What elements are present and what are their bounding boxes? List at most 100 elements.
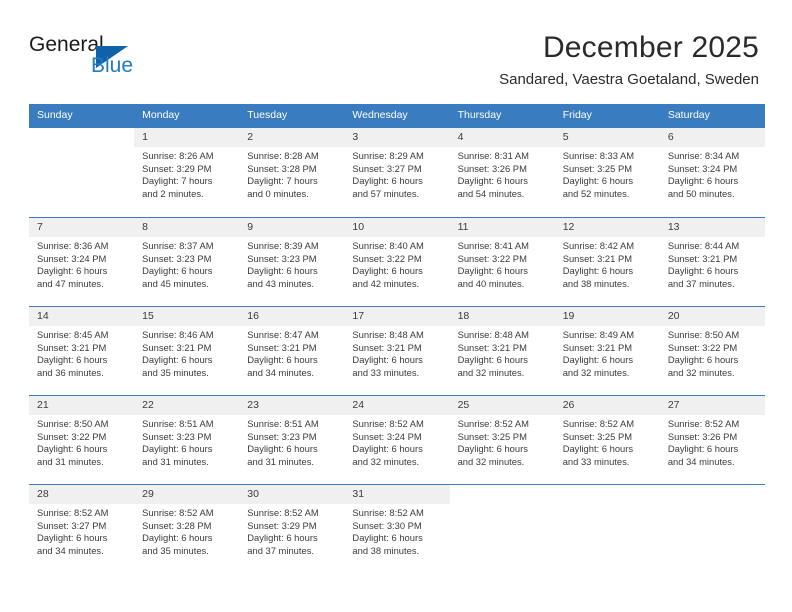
- sunset-text: Sunset: 3:22 PM: [667, 341, 738, 353]
- calendar-day-cell[interactable]: 26 Sunrise: 8:52 AM Sunset: 3:25 PM Dayligh…: [554, 395, 660, 485]
- sunset-text: Sunset: 3:28 PM: [142, 519, 212, 531]
- daylight-text-line2: and 34 minutes.: [37, 544, 104, 556]
- sunrise-text: Sunrise: 8:52 AM: [37, 507, 109, 518]
- day-info: Sunrise: 8:51 AM Sunset: 3:23 PM Daylight:…: [134, 415, 239, 468]
- daylight-text-line1: Daylight: 6 hours: [142, 265, 213, 277]
- sunset-text: Sunset: 3:21 PM: [562, 341, 633, 353]
- daylight-text-line2: and 52 minutes.: [562, 187, 630, 199]
- calendar-day-cell[interactable]: 12 Sunrise: 8:42 AM Sunset: 3:21 PM Dayligh…: [554, 217, 660, 307]
- calendar-day-cell[interactable]: 23 Sunrise: 8:51 AM Sunset: 3:23 PM Dayligh…: [239, 395, 345, 485]
- calendar-day-cell[interactable]: 30 Sunrise: 8:52 AM Sunset: 3:29 PM Dayligh…: [239, 484, 345, 574]
- sunrise-text: Sunrise: 8:37 AM: [142, 240, 214, 251]
- calendar-grid: Sunday Monday Tuesday Wednesday Thursday…: [29, 104, 765, 574]
- calendar-day-cell[interactable]: 4 Sunrise: 8:31 AM Sunset: 3:26 PM Daylight…: [449, 127, 555, 218]
- calendar-day-cell[interactable]: 17 Sunrise: 8:48 AM Sunset: 3:21 PM Dayligh…: [344, 306, 450, 396]
- calendar-day-cell[interactable]: 20 Sunrise: 8:50 AM Sunset: 3:22 PM Dayligh…: [659, 306, 765, 396]
- sunrise-text: Sunrise: 8:34 AM: [667, 150, 740, 161]
- sunrise-text: Sunrise: 8:49 AM: [562, 329, 635, 340]
- calendar-day-cell[interactable]: 21 Sunrise: 8:50 AM Sunset: 3:22 PM Dayligh…: [29, 395, 135, 485]
- sunrise-text: Sunrise: 8:52 AM: [142, 507, 214, 518]
- calendar-day-cell[interactable]: 24 Sunrise: 8:52 AM Sunset: 3:24 PM Dayligh…: [344, 395, 450, 485]
- daylight-text-line2: and 0 minutes.: [247, 187, 309, 199]
- calendar-week-row: 1 Sunrise: 8:26 AM Sunset: 3:29 PM Daylight…: [29, 127, 765, 218]
- calendar-day-cell[interactable]: 19 Sunrise: 8:49 AM Sunset: 3:21 PM Dayligh…: [554, 306, 660, 396]
- sunset-text: Sunset: 3:21 PM: [37, 341, 107, 353]
- sunset-text: Sunset: 3:21 PM: [142, 341, 212, 353]
- daylight-text-line1: Daylight: 6 hours: [247, 532, 318, 544]
- day-number: 4: [449, 128, 555, 147]
- day-info: Sunrise: 8:52 AM Sunset: 3:28 PM Daylight:…: [134, 504, 239, 557]
- weekday-header-saturday: Saturday: [659, 104, 765, 128]
- daylight-text-line1: Daylight: 6 hours: [37, 354, 108, 366]
- day-number: 2: [239, 128, 345, 147]
- day-info: Sunrise: 8:50 AM Sunset: 3:22 PM Daylight:…: [660, 326, 765, 379]
- day-info: Sunrise: 8:52 AM Sunset: 3:26 PM Daylight:…: [660, 415, 765, 468]
- daylight-text-line1: Daylight: 6 hours: [457, 265, 528, 277]
- calendar-day-cell[interactable]: 13 Sunrise: 8:44 AM Sunset: 3:21 PM Dayligh…: [659, 217, 765, 307]
- calendar-day-cell[interactable]: 29 Sunrise: 8:52 AM Sunset: 3:28 PM Dayligh…: [134, 484, 240, 574]
- daylight-text-line1: Daylight: 6 hours: [562, 443, 634, 455]
- calendar-day-cell[interactable]: 8 Sunrise: 8:37 AM Sunset: 3:23 PM Daylight…: [134, 217, 240, 307]
- day-number: 5: [554, 128, 660, 147]
- daylight-text-line1: Daylight: 6 hours: [142, 354, 213, 366]
- day-number: 12: [554, 218, 660, 237]
- sunrise-text: Sunrise: 8:26 AM: [142, 150, 214, 161]
- calendar-day-cell[interactable]: 15 Sunrise: 8:46 AM Sunset: 3:21 PM Dayligh…: [134, 306, 240, 396]
- daylight-text-line2: and 32 minutes.: [667, 366, 735, 378]
- day-number: 28: [29, 485, 135, 504]
- calendar-body: 1 Sunrise: 8:26 AM Sunset: 3:29 PM Daylight…: [29, 127, 765, 574]
- daylight-text-line2: and 42 minutes.: [352, 277, 420, 289]
- daylight-text-line2: and 38 minutes.: [562, 277, 630, 289]
- brand-logo[interactable]: General Blue: [29, 33, 159, 83]
- daylight-text-line2: and 38 minutes.: [352, 544, 420, 556]
- calendar-day-cell[interactable]: 18 Sunrise: 8:48 AM Sunset: 3:21 PM Dayligh…: [449, 306, 555, 396]
- sunset-text: Sunset: 3:21 PM: [247, 341, 317, 353]
- page-title: December 2025: [542, 31, 759, 64]
- calendar-week-row: 7 Sunrise: 8:36 AM Sunset: 3:24 PM Daylight…: [29, 217, 765, 307]
- calendar-day-cell[interactable]: 6 Sunrise: 8:34 AM Sunset: 3:24 PM Daylight…: [659, 127, 765, 218]
- calendar-day-cell[interactable]: 9 Sunrise: 8:39 AM Sunset: 3:23 PM Daylight…: [239, 217, 345, 307]
- calendar-day-cell[interactable]: 1 Sunrise: 8:26 AM Sunset: 3:29 PM Daylight…: [134, 127, 240, 218]
- calendar-week-row: 14 Sunrise: 8:45 AM Sunset: 3:21 PM Dayligh…: [29, 306, 765, 396]
- day-number: 26: [554, 396, 660, 415]
- sunset-text: Sunset: 3:21 PM: [667, 252, 738, 264]
- daylight-text-line1: Daylight: 6 hours: [562, 265, 634, 277]
- sunset-text: Sunset: 3:25 PM: [457, 430, 527, 442]
- daylight-text-line2: and 31 minutes.: [247, 455, 314, 467]
- daylight-text-line1: Daylight: 6 hours: [142, 443, 213, 455]
- day-info: Sunrise: 8:52 AM Sunset: 3:25 PM Daylight:…: [450, 415, 555, 468]
- daylight-text-line2: and 32 minutes.: [457, 455, 525, 467]
- calendar-day-cell[interactable]: 5 Sunrise: 8:33 AM Sunset: 3:25 PM Daylight…: [554, 127, 660, 218]
- daylight-text-line1: Daylight: 6 hours: [247, 354, 318, 366]
- sunrise-text: Sunrise: 8:46 AM: [142, 329, 214, 340]
- daylight-text-line2: and 54 minutes.: [457, 187, 525, 199]
- day-number: 23: [239, 396, 345, 415]
- title-block: December 2025 Sandared, Vaestra Goetalan…: [499, 30, 759, 90]
- day-number: 19: [554, 307, 660, 326]
- brand-name-blue: Blue: [91, 54, 134, 77]
- daylight-text-line1: Daylight: 6 hours: [352, 532, 423, 544]
- daylight-text-line2: and 43 minutes.: [247, 277, 314, 289]
- daylight-text-line2: and 35 minutes.: [142, 366, 209, 378]
- calendar-day-cell[interactable]: 2 Sunrise: 8:28 AM Sunset: 3:28 PM Daylight…: [239, 127, 345, 218]
- calendar-day-cell[interactable]: 7 Sunrise: 8:36 AM Sunset: 3:24 PM Daylight…: [29, 217, 135, 307]
- day-info: Sunrise: 8:52 AM Sunset: 3:25 PM Daylight:…: [555, 415, 660, 468]
- calendar-day-cell[interactable]: 28 Sunrise: 8:52 AM Sunset: 3:27 PM Dayligh…: [29, 484, 135, 574]
- sunrise-text: Sunrise: 8:29 AM: [352, 150, 424, 161]
- calendar-day-cell[interactable]: 16 Sunrise: 8:47 AM Sunset: 3:21 PM Dayligh…: [239, 306, 345, 396]
- sunrise-text: Sunrise: 8:33 AM: [562, 150, 635, 161]
- calendar-day-cell[interactable]: 25 Sunrise: 8:52 AM Sunset: 3:25 PM Dayligh…: [449, 395, 555, 485]
- sunrise-text: Sunrise: 8:51 AM: [247, 418, 319, 429]
- sunset-text: Sunset: 3:29 PM: [247, 519, 317, 531]
- calendar-day-cell[interactable]: 3 Sunrise: 8:29 AM Sunset: 3:27 PM Daylight…: [344, 127, 450, 218]
- calendar-day-cell[interactable]: 27 Sunrise: 8:52 AM Sunset: 3:26 PM Dayligh…: [659, 395, 765, 485]
- calendar-week-row: 21 Sunrise: 8:50 AM Sunset: 3:22 PM Dayligh…: [29, 395, 765, 485]
- day-number: 17: [344, 307, 450, 326]
- calendar-day-cell[interactable]: 22 Sunrise: 8:51 AM Sunset: 3:23 PM Dayligh…: [134, 395, 240, 485]
- calendar-day-cell[interactable]: 11 Sunrise: 8:41 AM Sunset: 3:22 PM Dayligh…: [449, 217, 555, 307]
- calendar-day-cell[interactable]: 14 Sunrise: 8:45 AM Sunset: 3:21 PM Dayligh…: [29, 306, 135, 396]
- calendar-day-cell[interactable]: 31 Sunrise: 8:52 AM Sunset: 3:30 PM Dayligh…: [344, 484, 450, 574]
- calendar-day-cell[interactable]: 10 Sunrise: 8:40 AM Sunset: 3:22 PM Dayligh…: [344, 217, 450, 307]
- daylight-text-line1: Daylight: 6 hours: [667, 354, 739, 366]
- daylight-text-line1: Daylight: 6 hours: [457, 354, 528, 366]
